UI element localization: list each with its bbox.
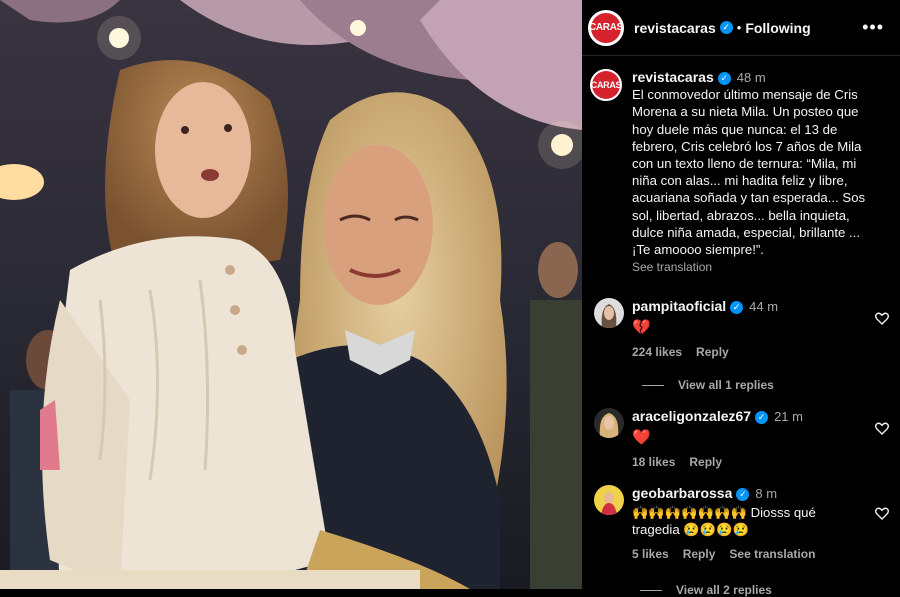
- caption-avatar[interactable]: CARAS: [590, 69, 622, 101]
- view-replies-link[interactable]: View all 2 replies: [582, 563, 900, 597]
- post-side-panel: CARAS revistacaras ✓ • Following ••• CAR…: [582, 0, 900, 597]
- comment-item: geobarbarossa ✓ 8 m 🙌🙌🙌🙌🙌🙌🙌 Diosss qué tra…: [582, 485, 900, 563]
- caption-body: revistacaras ✓ 48 m El conmovedor último m…: [632, 69, 865, 276]
- verified-icon: ✓: [755, 411, 769, 425]
- commenter-avatar[interactable]: [594, 408, 624, 439]
- comment-likes[interactable]: 224 likes: [632, 345, 682, 359]
- comment-likes[interactable]: 18 likes: [632, 455, 675, 469]
- more-options-icon[interactable]: •••: [862, 17, 894, 38]
- post-header: CARAS revistacaras ✓ • Following •••: [582, 0, 900, 56]
- caption-username[interactable]: revistacaras: [632, 69, 714, 85]
- commenter-avatar[interactable]: [594, 298, 624, 329]
- like-heart-icon[interactable]: [874, 310, 890, 326]
- caption-line: acuariana soñada y tan esperada... Sos: [632, 190, 866, 206]
- avatar-logo: CARAS: [591, 71, 622, 99]
- caption-line: hoy duele más que nunca: el 13 de: [632, 121, 838, 137]
- caption-line: con un texto lleno de ternura: “Mila, mi: [632, 156, 857, 172]
- caption-time: 48 m: [736, 70, 766, 85]
- comment-body: geobarbarossa ✓ 8 m 🙌🙌🙌🙌🙌🙌🙌 Diosss qué tra…: [632, 485, 890, 563]
- comment-username[interactable]: araceligonzalez67: [632, 408, 751, 424]
- caption-line: Morena a su nieta Mila. Un posteo que: [632, 104, 859, 120]
- caption: CARAS revistacaras ✓ 48 m El conmovedor úl…: [582, 56, 900, 276]
- avatar-logo: CARAS: [589, 12, 623, 43]
- comment-username[interactable]: geobarbarossa: [632, 485, 732, 501]
- caption-line: niña con alas... mi hadita feliz y libre…: [632, 173, 848, 189]
- like-heart-icon[interactable]: [874, 505, 890, 521]
- comment-username[interactable]: pampitaoficial: [632, 298, 726, 314]
- reply-button[interactable]: Reply: [689, 455, 722, 469]
- following-button[interactable]: Following: [745, 20, 810, 36]
- comment-time: 8 m: [755, 486, 778, 502]
- verified-icon: ✓: [736, 488, 750, 502]
- caption-line: dulce niña amada, especial, brillante ..…: [632, 224, 860, 240]
- comment-likes[interactable]: 5 likes: [632, 547, 669, 561]
- comment-body: araceligonzalez67 ✓ 21 m ❤️ 18 likes Reply: [632, 408, 890, 471]
- see-translation-link[interactable]: See translation: [729, 547, 815, 561]
- like-heart-icon[interactable]: [874, 420, 890, 436]
- photo-illustration: [0, 0, 582, 589]
- separator: •: [736, 20, 742, 35]
- caption-line: ¡Te amoooo siempre!”.: [632, 242, 764, 258]
- post-photo[interactable]: [0, 0, 582, 589]
- comment-time: 21 m: [774, 409, 803, 425]
- view-replies-link[interactable]: View all 1 replies: [582, 361, 900, 392]
- comment-item: pampitaoficial ✓ 44 m 💔 224 likes Reply: [582, 298, 900, 361]
- header-username[interactable]: revistacaras: [634, 20, 716, 36]
- comment-meta: 5 likes Reply See translation: [632, 546, 890, 563]
- reply-button[interactable]: Reply: [683, 547, 716, 561]
- view-replies-label[interactable]: View all 2 replies: [676, 583, 772, 597]
- caption-line: sol, libertad, abrazos... bella inquieta…: [632, 207, 850, 223]
- replies-divider: [640, 589, 662, 591]
- comment-item: araceligonzalez67 ✓ 21 m ❤️ 18 likes Reply: [582, 408, 900, 471]
- caption-line: febrero, Cris celebró los 7 años de Mila: [632, 138, 862, 154]
- verified-icon: ✓: [719, 21, 733, 34]
- comment-body: pampitaoficial ✓ 44 m 💔 224 likes Reply: [632, 298, 890, 361]
- reply-button[interactable]: Reply: [696, 345, 729, 359]
- commenter-avatar[interactable]: [594, 485, 624, 516]
- comment-time: 44 m: [749, 299, 779, 315]
- verified-icon: ✓: [717, 72, 731, 86]
- comment-text: ❤️: [632, 429, 651, 447]
- comment-text: 💔: [632, 319, 651, 337]
- profile-avatar[interactable]: CARAS: [588, 9, 624, 46]
- comment-text-line: 🙌🙌🙌🙌🙌🙌🙌 Diosss qué: [632, 505, 816, 521]
- comment-text-line: tragedia 😢😢😢😢: [632, 522, 750, 538]
- comment-meta: 224 likes Reply: [632, 344, 890, 361]
- comment-meta: 18 likes Reply: [632, 454, 890, 471]
- see-translation-link[interactable]: See translation: [632, 259, 865, 276]
- caption-line: El conmovedor último mensaje de Cris: [632, 87, 858, 103]
- replies-divider: [642, 384, 664, 386]
- view-replies-label[interactable]: View all 1 replies: [678, 378, 774, 392]
- verified-icon: ✓: [730, 301, 744, 315]
